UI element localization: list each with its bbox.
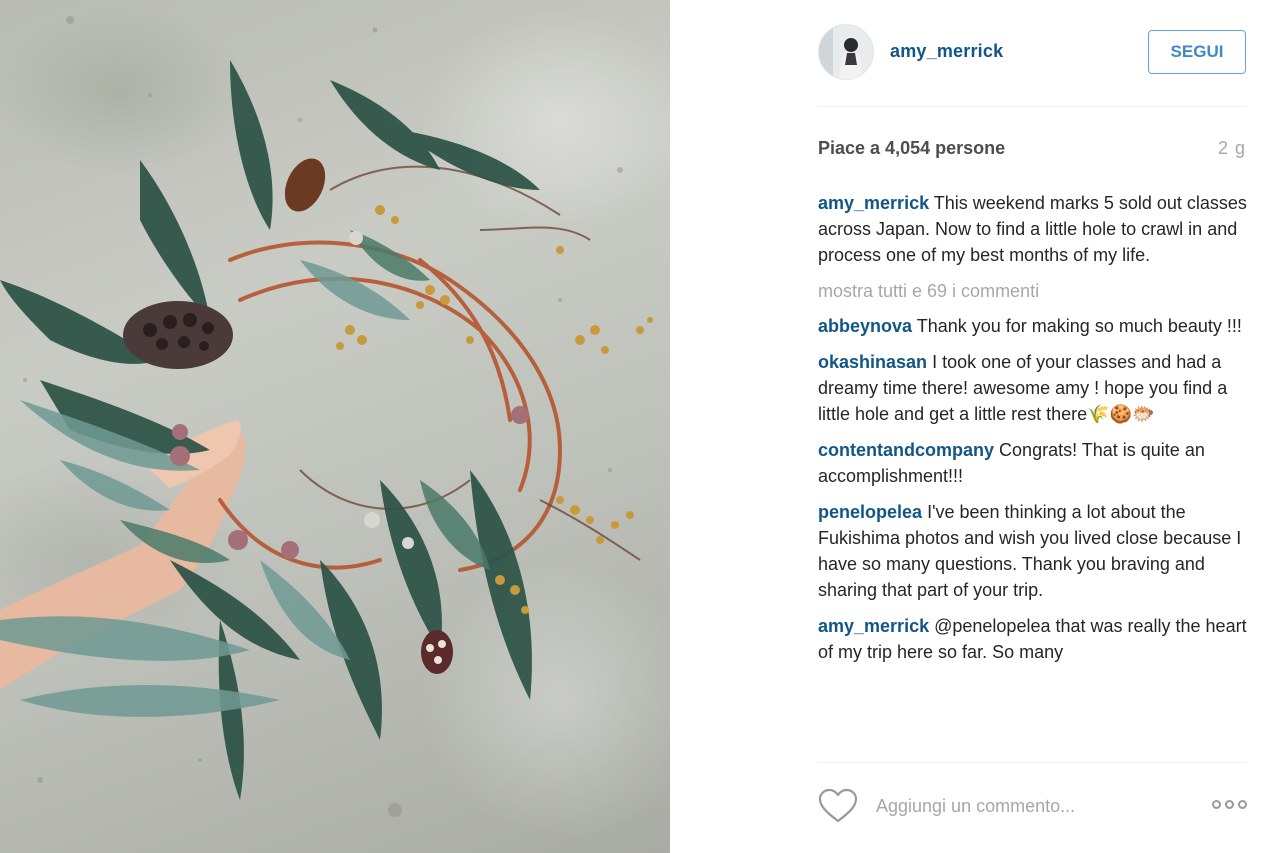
comment-text: Thank you for making so much beauty !!!: [916, 316, 1242, 336]
likes-count[interactable]: Piace a 4,054 persone: [818, 138, 1005, 159]
lotus-pod: [123, 301, 233, 369]
avatar[interactable]: [818, 24, 874, 80]
comments-list[interactable]: amy_merrick This weekend marks 5 sold ou…: [818, 190, 1250, 760]
show-all-comments-link[interactable]: mostra tutti e 69 i commenti: [818, 278, 1250, 304]
comment-username[interactable]: penelopelea: [818, 502, 922, 522]
avatar-image: [819, 25, 873, 79]
post-photo[interactable]: [0, 0, 670, 853]
likes-row: Piace a 4,054 persone 2 g: [818, 138, 1246, 162]
comment-username[interactable]: contentandcompany: [818, 440, 994, 460]
follow-button[interactable]: SEGUI: [1148, 30, 1246, 74]
post-details-panel: amy_merrick SEGUI Piace a 4,054 persone …: [670, 0, 1280, 853]
header-divider: [818, 106, 1246, 107]
comment-username[interactable]: abbeynova: [818, 316, 912, 336]
caption-username[interactable]: amy_merrick: [818, 193, 929, 213]
list-item: amy_merrick @penelopelea that was really…: [818, 613, 1250, 665]
comment-username[interactable]: okashinasan: [818, 352, 927, 372]
list-item: okashinasan I took one of your classes a…: [818, 349, 1250, 427]
more-options-icon[interactable]: [1212, 800, 1248, 812]
wreath-illustration: [0, 16, 653, 817]
post-author-username[interactable]: amy_merrick: [890, 41, 1003, 62]
post-timestamp[interactable]: 2 g: [1218, 138, 1246, 159]
post-header: amy_merrick SEGUI: [818, 24, 1246, 80]
add-comment-input[interactable]: [876, 792, 1196, 820]
comment-username[interactable]: amy_merrick: [818, 616, 929, 636]
comment-footer: [818, 786, 1248, 828]
list-item: abbeynova Thank you for making so much b…: [818, 313, 1250, 339]
caption: amy_merrick This weekend marks 5 sold ou…: [818, 190, 1250, 268]
heart-icon[interactable]: [818, 788, 858, 824]
list-item: penelopelea I've been thinking a lot abo…: [818, 499, 1250, 603]
footer-divider: [818, 762, 1246, 763]
list-item: contentandcompany Congrats! That is quit…: [818, 437, 1250, 489]
